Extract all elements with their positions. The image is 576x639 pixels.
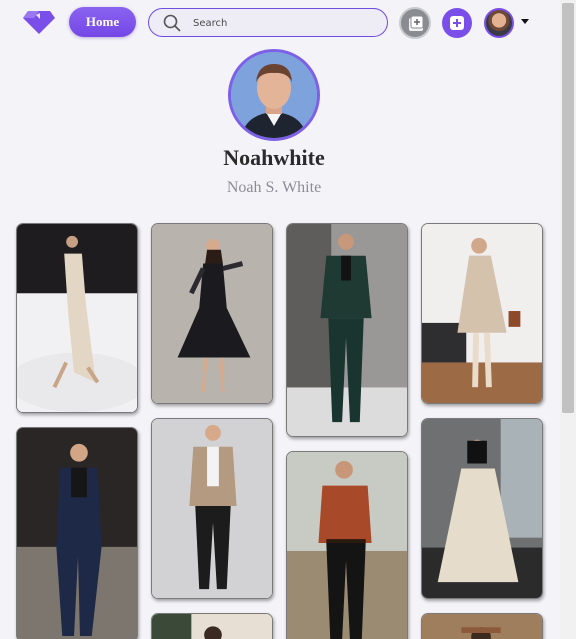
pin-card[interactable] xyxy=(16,427,138,639)
diamond-logo-icon[interactable] xyxy=(22,6,56,36)
pin-card[interactable] xyxy=(16,223,138,413)
pin-card[interactable] xyxy=(286,451,408,639)
profile-avatar xyxy=(228,49,320,141)
create-pin-button[interactable] xyxy=(399,7,431,39)
search-icon xyxy=(163,14,181,32)
top-navbar: Home xyxy=(0,0,560,44)
search-input[interactable] xyxy=(193,14,373,32)
pin-image xyxy=(152,614,272,639)
scrollbar-thumb[interactable] xyxy=(562,3,574,413)
pin-card[interactable] xyxy=(421,418,543,599)
pin-image xyxy=(152,419,272,598)
profile-full-name: Noah S. White xyxy=(226,179,322,196)
pin-card[interactable] xyxy=(421,223,543,404)
pin-card[interactable] xyxy=(151,418,273,599)
pin-image xyxy=(17,428,137,639)
add-button[interactable] xyxy=(442,8,472,38)
pin-card[interactable] xyxy=(151,223,273,404)
pin-image xyxy=(287,224,407,436)
pin-image xyxy=(422,614,542,639)
chevron-down-icon[interactable] xyxy=(521,19,529,24)
pin-image xyxy=(152,224,272,403)
pin-card[interactable] xyxy=(151,613,273,639)
pin-image xyxy=(287,452,407,639)
home-button[interactable]: Home xyxy=(69,7,136,37)
user-avatar[interactable] xyxy=(484,8,514,38)
pin-image xyxy=(17,224,137,412)
pin-card[interactable] xyxy=(421,613,543,639)
pin-card[interactable] xyxy=(286,223,408,437)
pin-image xyxy=(422,224,542,403)
search-bar[interactable] xyxy=(148,8,388,37)
pin-image xyxy=(422,419,542,598)
profile-username: Noahwhite xyxy=(223,145,325,170)
